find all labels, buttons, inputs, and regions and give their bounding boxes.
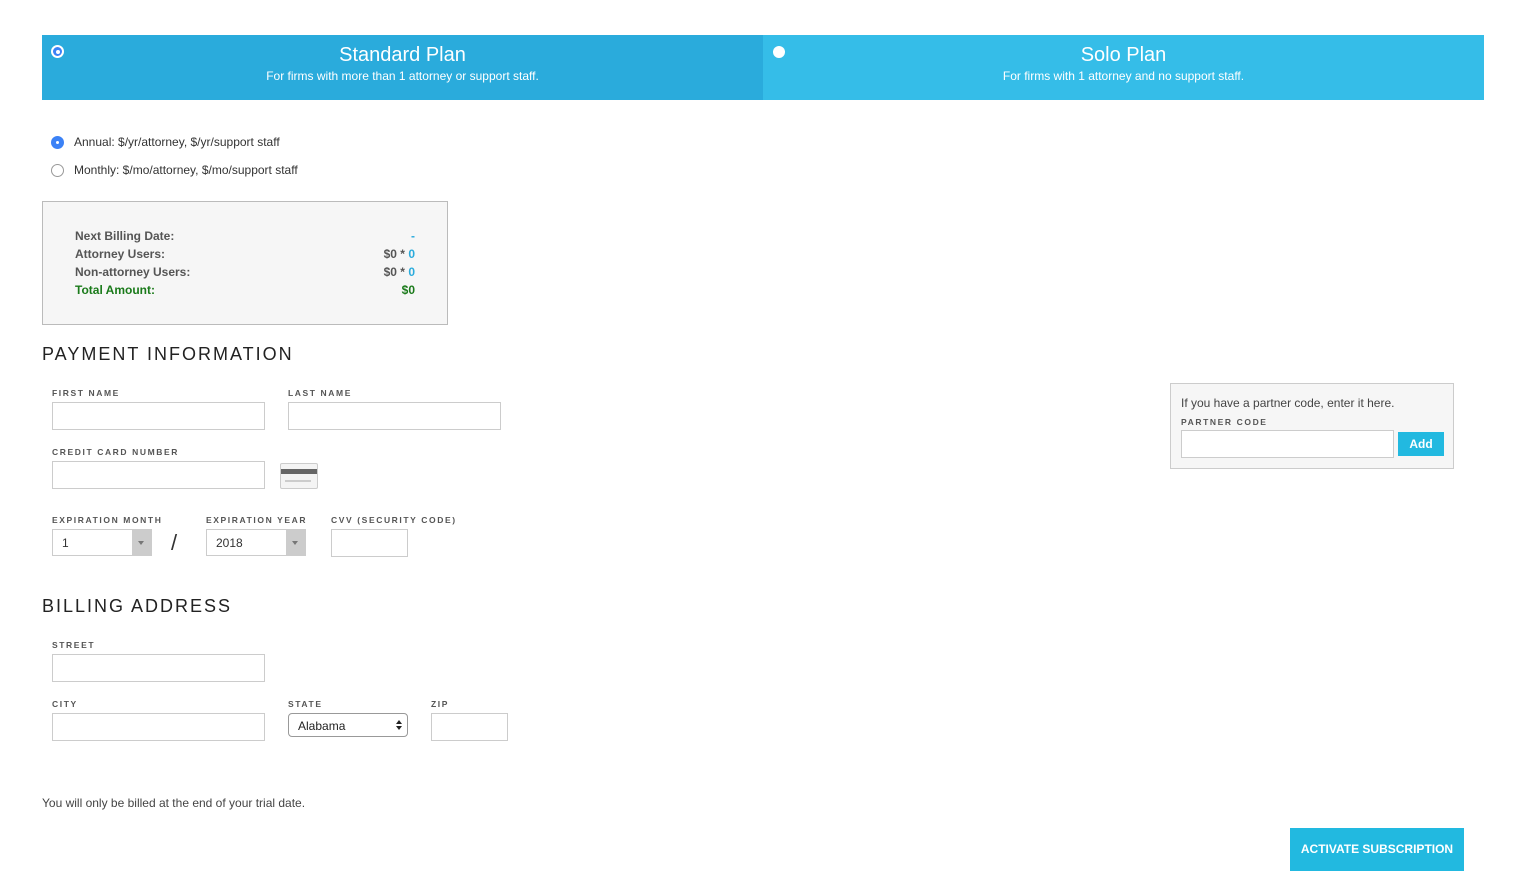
annual-billing-label: Annual: $/yr/attorney, $/yr/support staf… (74, 135, 280, 149)
chevron-down-icon[interactable] (132, 530, 151, 555)
last-name-input[interactable] (288, 402, 501, 430)
billing-summary: Next Billing Date: - Attorney Users: $0 … (42, 201, 448, 325)
plan-selector: Standard Plan For firms with more than 1… (42, 35, 1484, 100)
solo-plan-subtitle: For firms with 1 attorney and no support… (1002, 69, 1245, 83)
partner-code-box: If you have a partner code, enter it her… (1170, 383, 1454, 469)
nonattorney-users-row: Non-attorney Users: $0 * 0 (75, 265, 415, 283)
first-name-input[interactable] (52, 402, 265, 430)
partner-code-intro: If you have a partner code, enter it her… (1181, 396, 1395, 410)
city-input[interactable] (52, 713, 265, 741)
chevron-down-icon[interactable] (286, 530, 305, 555)
street-label: STREET (52, 640, 96, 650)
expiration-month-select[interactable]: 1 (52, 529, 152, 556)
attorney-price: $0 * (383, 247, 405, 261)
street-input[interactable] (52, 654, 265, 682)
attorney-count: 0 (408, 247, 415, 261)
nonattorney-price: $0 * (383, 265, 405, 279)
nonattorney-users-value: $0 * 0 (384, 265, 415, 279)
credit-card-icon (280, 463, 318, 489)
nonattorney-count: 0 (408, 265, 415, 279)
billing-note: You will only be billed at the end of yo… (42, 796, 306, 810)
nonattorney-users-label: Non-attorney Users: (75, 265, 191, 279)
total-amount-label: Total Amount: (75, 283, 155, 297)
monthly-billing-option[interactable]: Monthly: $/mo/attorney, $/mo/support sta… (51, 163, 298, 177)
annual-billing-radio[interactable] (51, 135, 64, 149)
partner-code-label: PARTNER CODE (1181, 417, 1268, 427)
annual-billing-option[interactable]: Annual: $/yr/attorney, $/yr/support staf… (51, 135, 280, 149)
cvv-label: CVV (SECURITY CODE) (331, 515, 457, 525)
last-name-label: LAST NAME (288, 388, 352, 398)
standard-plan-option[interactable]: Standard Plan For firms with more than 1… (42, 35, 763, 100)
standard-plan-subtitle: For firms with more than 1 attorney or s… (266, 69, 539, 83)
next-billing-row: Next Billing Date: - (75, 229, 415, 247)
zip-label: ZIP (431, 699, 450, 709)
expiration-month-label: EXPIRATION MONTH (52, 515, 163, 525)
attorney-users-value: $0 * 0 (384, 247, 415, 261)
expiration-month-value: 1 (62, 536, 69, 550)
select-updown-icon (396, 719, 402, 732)
activate-subscription-button[interactable]: ACTIVATE SUBSCRIPTION (1290, 828, 1464, 871)
card-signature-line (285, 480, 311, 482)
zip-input[interactable] (431, 713, 508, 741)
partner-code-input[interactable] (1181, 430, 1394, 458)
state-select[interactable]: Alabama (288, 713, 408, 737)
expiration-year-select[interactable]: 2018 (206, 529, 306, 556)
payment-information-heading: PAYMENT INFORMATION (42, 344, 294, 364)
city-label: CITY (52, 699, 78, 709)
monthly-billing-label: Monthly: $/mo/attorney, $/mo/support sta… (74, 163, 298, 177)
card-number-input[interactable] (52, 461, 265, 489)
next-billing-value: - (411, 229, 415, 243)
card-stripe (281, 469, 317, 474)
attorney-users-row: Attorney Users: $0 * 0 (75, 247, 415, 265)
expiration-year-label: EXPIRATION YEAR (206, 515, 308, 525)
card-number-label: CREDIT CARD NUMBER (52, 447, 180, 457)
solo-plan-option[interactable]: Solo Plan For firms with 1 attorney and … (763, 35, 1484, 100)
expiration-separator: / (171, 530, 178, 555)
state-label: STATE (288, 699, 323, 709)
state-value: Alabama (298, 719, 346, 733)
total-amount-value: $0 (401, 283, 415, 297)
total-amount-row: Total Amount: $0 (75, 283, 415, 301)
monthly-billing-radio[interactable] (51, 163, 64, 177)
cvv-input[interactable] (331, 529, 408, 557)
attorney-users-label: Attorney Users: (75, 247, 166, 261)
solo-plan-title: Solo Plan (1080, 44, 1167, 66)
expiration-year-value: 2018 (216, 536, 243, 550)
standard-plan-title: Standard Plan (339, 44, 466, 66)
next-billing-label: Next Billing Date: (75, 229, 175, 243)
billing-address-heading: BILLING ADDRESS (42, 596, 233, 616)
add-partner-code-button[interactable]: Add (1398, 432, 1444, 456)
first-name-label: FIRST NAME (52, 388, 120, 398)
